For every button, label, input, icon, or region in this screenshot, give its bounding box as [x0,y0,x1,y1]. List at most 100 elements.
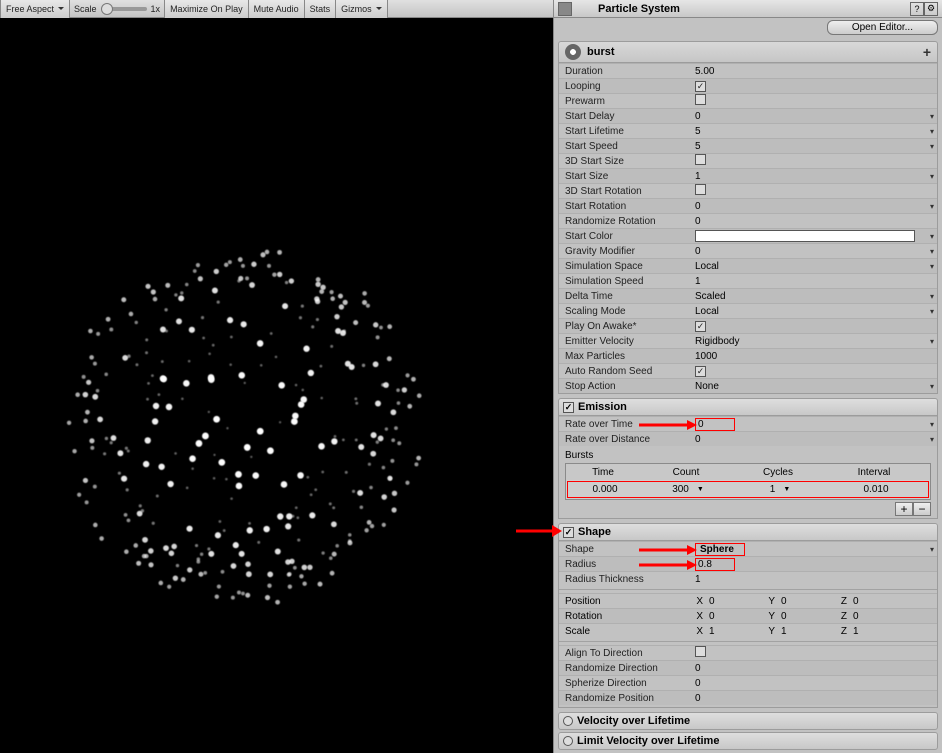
scale-slider[interactable] [101,7,147,11]
3d-start-rotation-checkbox[interactable] [695,184,706,195]
arrow-annotation [639,418,699,432]
start-color-mode[interactable]: ▾ [927,232,937,241]
start-speed-mode[interactable]: ▾ [927,142,937,151]
randomize-rotation-field[interactable]: 0 [691,216,937,227]
radius-field[interactable]: 0.8 [695,558,735,571]
randomize-position-label: Randomize Position [559,693,691,704]
bursts-row[interactable]: 0.000 300▼ 1▼ 0.010 [567,481,929,498]
gizmos-dropdown[interactable]: Gizmos [336,0,388,18]
particle-system-icon [558,2,572,16]
limit-velocity-over-lifetime-header[interactable]: Limit Velocity over Lifetime [558,732,938,750]
start-size-label: Start Size [559,171,691,182]
stats-button[interactable]: Stats [305,0,337,18]
scaling-mode-arrow[interactable]: ▾ [927,307,937,316]
particle-preview [0,18,553,752]
help-icon[interactable]: ? [910,2,924,16]
velocity-over-lifetime-header[interactable]: Velocity over Lifetime [558,712,938,730]
3d-start-size-checkbox[interactable] [695,154,706,165]
scale-group: Scale 1x [70,4,164,14]
gravity-modifier-field[interactable]: 0 [691,246,927,257]
burst-cycles-field[interactable]: 1▼ [734,484,826,495]
rotation-x-field[interactable]: 0 [705,611,763,622]
simulation-space-arrow[interactable]: ▾ [927,262,937,271]
radius-thickness-field[interactable]: 1 [691,574,937,585]
velocity-over-lifetime-toggle[interactable] [563,716,573,726]
start-size-field[interactable]: 1 [691,171,927,182]
scale-label: Scale [559,626,691,637]
start-color-swatch[interactable] [695,230,915,242]
delta-time-arrow[interactable]: ▾ [927,292,937,301]
looping-checkbox[interactable] [695,81,706,92]
scale-y-field[interactable]: 1 [777,626,835,637]
component-title-row[interactable]: burst + [558,41,938,63]
start-rotation-label: Start Rotation [559,201,691,212]
scale-z-field[interactable]: 1 [849,626,907,637]
arrow-annotation [639,558,699,572]
position-label: Position [559,596,691,607]
start-rotation-mode[interactable]: ▾ [927,202,937,211]
duration-label: Duration [559,66,691,77]
bursts-label: Bursts [559,446,937,463]
start-speed-field[interactable]: 5 [691,141,927,152]
start-lifetime-field[interactable]: 5 [691,126,927,137]
position-y-field[interactable]: 0 [777,596,835,607]
burst-count-field[interactable]: 300▼ [642,484,734,495]
align-to-direction-checkbox[interactable] [695,646,706,657]
open-editor-button[interactable]: Open Editor... [827,20,938,35]
stop-action-dropdown[interactable]: None [691,381,927,392]
max-particles-field[interactable]: 1000 [691,351,937,362]
simulation-space-dropdown[interactable]: Local [691,261,927,272]
position-z-field[interactable]: 0 [849,596,907,607]
shape-dropdown[interactable]: Sphere [695,543,745,556]
scaling-mode-dropdown[interactable]: Local [691,306,927,317]
limit-velocity-over-lifetime-toggle[interactable] [563,736,573,746]
gravity-modifier-label: Gravity Modifier [559,246,691,257]
rotation-y-field[interactable]: 0 [777,611,835,622]
spherize-direction-field[interactable]: 0 [691,678,937,689]
start-lifetime-mode[interactable]: ▾ [927,127,937,136]
simulation-space-label: Simulation Space [559,261,691,272]
scale-label: Scale [74,4,97,14]
simulation-speed-field[interactable]: 1 [691,276,937,287]
burst-time-field[interactable]: 0.000 [568,484,642,495]
rate-over-distance-field[interactable]: 0 [691,434,927,445]
rate-over-time-mode[interactable]: ▾ [927,420,937,429]
add-icon[interactable]: + [923,44,931,60]
stop-action-arrow[interactable]: ▾ [927,382,937,391]
start-size-mode[interactable]: ▾ [927,172,937,181]
start-rotation-field[interactable]: 0 [691,201,927,212]
mute-audio-button[interactable]: Mute Audio [249,0,305,18]
burst-add-button[interactable]: + [895,502,913,516]
burst-interval-field[interactable]: 0.010 [826,484,926,495]
shape-header[interactable]: Shape [558,523,938,541]
start-delay-label: Start Delay [559,111,691,122]
scaling-mode-label: Scaling Mode [559,306,691,317]
position-x-field[interactable]: 0 [705,596,763,607]
auto-random-seed-checkbox[interactable] [695,366,706,377]
rotation-z-field[interactable]: 0 [849,611,907,622]
randomize-position-field[interactable]: 0 [691,693,937,704]
left-pane: Free Aspect Scale 1x Maximize On Play Mu… [0,0,554,753]
prewarm-checkbox[interactable] [695,94,706,105]
emitter-velocity-dropdown[interactable]: Rigidbody [691,336,927,347]
arrow-annotation [639,543,699,557]
maximize-on-play-button[interactable]: Maximize On Play [165,0,249,18]
burst-remove-button[interactable]: − [913,502,931,516]
emission-header[interactable]: Emission [558,398,938,416]
gravity-modifier-mode[interactable]: ▾ [927,247,937,256]
rate-over-distance-mode[interactable]: ▾ [927,435,937,444]
shape-enabled-checkbox[interactable] [563,527,574,538]
emitter-velocity-arrow[interactable]: ▾ [927,337,937,346]
start-delay-mode[interactable]: ▾ [927,112,937,121]
aspect-dropdown[interactable]: Free Aspect [1,0,70,18]
delta-time-dropdown[interactable]: Scaled [691,291,927,302]
rate-over-time-field[interactable]: 0 [695,418,735,431]
play-on-awake-checkbox[interactable] [695,321,706,332]
scale-x-field[interactable]: 1 [705,626,763,637]
randomize-direction-field[interactable]: 0 [691,663,937,674]
emission-enabled-checkbox[interactable] [563,402,574,413]
duration-field[interactable]: 5.00 [691,66,937,77]
gear-icon[interactable]: ⚙ [924,2,938,16]
shape-dropdown-arrow[interactable]: ▾ [927,545,937,554]
start-delay-field[interactable]: 0 [691,111,927,122]
